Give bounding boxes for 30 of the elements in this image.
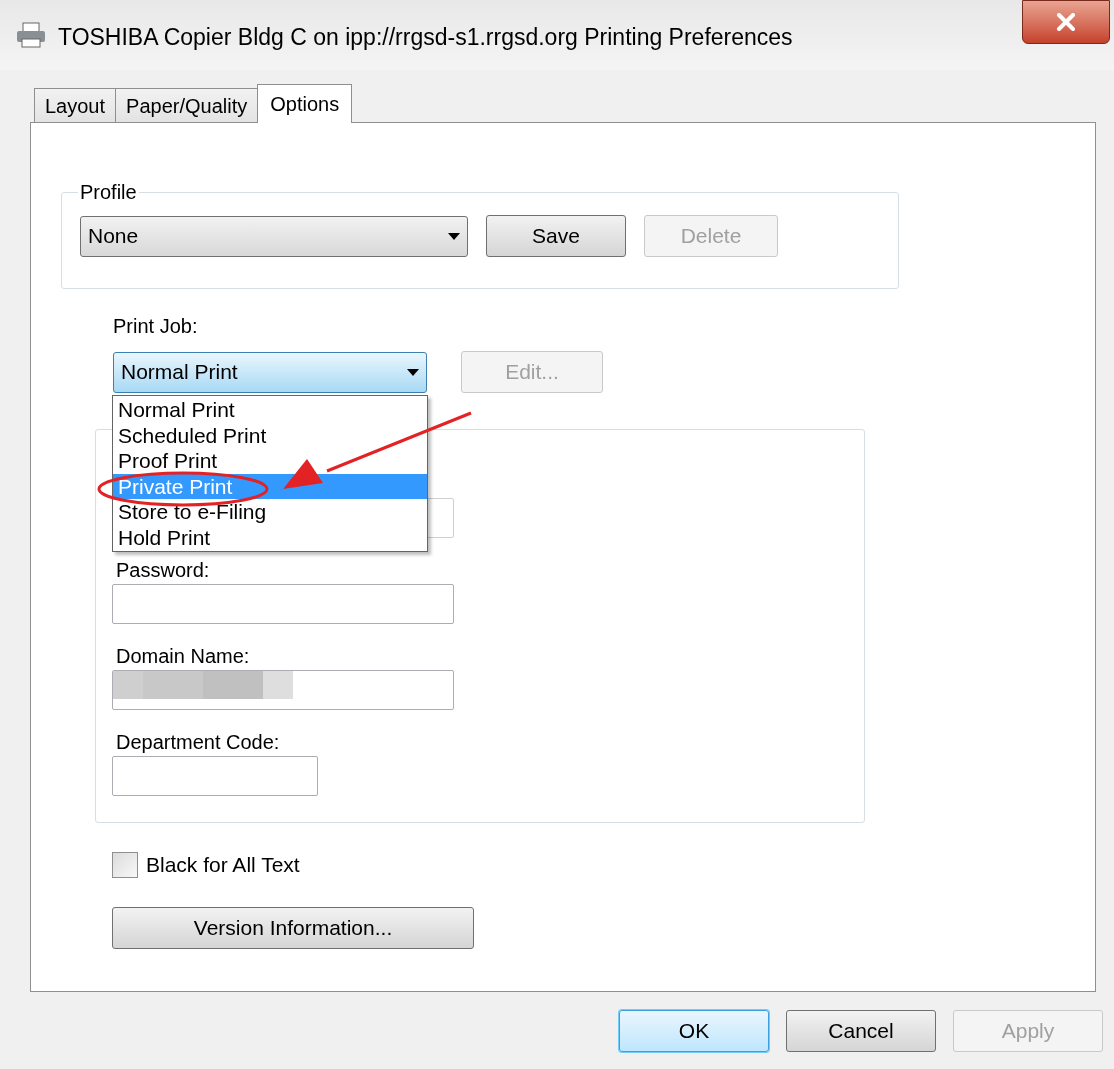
- dropdown-option[interactable]: Hold Print: [113, 524, 427, 550]
- text-field[interactable]: [112, 670, 454, 710]
- tab[interactable]: Paper/Quality: [115, 88, 259, 122]
- field-label: Print Job:: [113, 314, 199, 339]
- dropdown-option[interactable]: Scheduled Print: [113, 422, 427, 448]
- checkbox-label: Black for All Text: [146, 852, 300, 878]
- text-field[interactable]: [112, 756, 318, 796]
- dialog-button[interactable]: OK: [619, 1010, 769, 1052]
- dialog-button[interactable]: Cancel: [786, 1010, 936, 1052]
- text-field[interactable]: [112, 584, 454, 624]
- version-information-button[interactable]: Version Information...: [112, 906, 474, 949]
- dropdown-option[interactable]: Proof Print: [113, 448, 427, 474]
- dropdown-arrow-icon: [448, 232, 460, 240]
- dropdown-option[interactable]: Store to e-Filing: [113, 499, 427, 525]
- field-label: Domain Name:: [116, 644, 251, 668]
- field-label: Department Code:: [116, 730, 281, 754]
- dropdown-option[interactable]: Normal Print: [113, 397, 427, 423]
- dropdown-arrow-icon: [407, 368, 419, 376]
- tab[interactable]: Layout: [34, 88, 117, 122]
- field-label: Password:: [116, 558, 211, 582]
- save-button[interactable]: Save: [486, 215, 626, 257]
- profile-dropdown[interactable]: None: [80, 215, 468, 257]
- close-button[interactable]: [1022, 0, 1110, 44]
- tab[interactable]: Options: [257, 84, 353, 123]
- printer-icon: [16, 22, 46, 48]
- window-title: TOSHIBA Copier Bldg C on ipp://rrgsd-s1.rrgsd.org Printing Preferences: [58, 23, 793, 52]
- checkbox[interactable]: [112, 851, 138, 878]
- print-job-dropdown[interactable]: Normal Print: [113, 351, 427, 393]
- group-legend: Profile: [78, 177, 139, 207]
- close-icon: [1056, 13, 1076, 31]
